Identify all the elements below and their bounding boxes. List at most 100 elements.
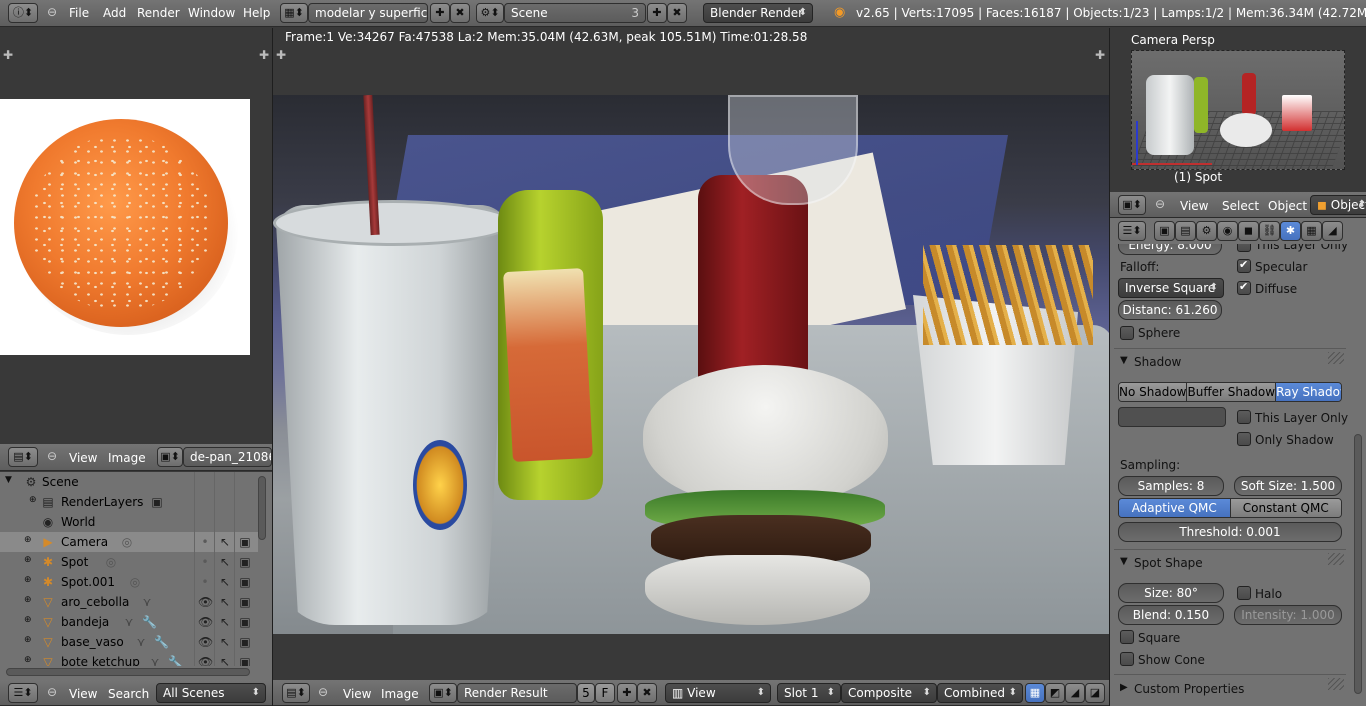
select-arrow-icon[interactable]: ↖ [218,555,232,569]
menu-view[interactable]: View [69,687,97,701]
expand-icon[interactable]: ⊕ [24,595,32,605]
menu-render[interactable]: Render [137,6,180,20]
add-image-button[interactable]: ✚ [617,683,637,703]
expand-icon[interactable]: ⊕ [24,655,32,665]
shadow-color-swatch[interactable] [1118,407,1226,427]
menu-add[interactable]: Add [103,6,126,20]
visibility-icon[interactable]: • [198,535,212,549]
menu-search[interactable]: Search [108,687,149,701]
lamp-data-tab-icon[interactable]: ✱ [1280,221,1301,241]
qmc-mode-selector[interactable]: Adaptive QMC Constant QMC [1118,498,1342,518]
editor-type-info-button[interactable]: ⓘ⬍ [8,3,38,23]
render-pass-select[interactable]: Combined [937,683,1023,703]
falloff-select[interactable]: Inverse Square [1118,278,1224,298]
spot-shape-triangle-icon[interactable]: ▼ [1120,556,1128,567]
render-layers-tab-icon[interactable]: ▤ [1175,221,1196,241]
visibility-eye-icon[interactable]: 👁 [198,595,213,609]
samples-field[interactable]: Samples: 8 [1118,476,1224,496]
render-camera-icon[interactable]: ▣ [238,535,252,549]
area-divider[interactable] [272,28,273,706]
this-layer-only-top-checkbox[interactable] [1237,244,1251,252]
shadow-panel-triangle-icon[interactable]: ▼ [1120,355,1128,366]
render-tab-icon[interactable]: ▣ [1154,221,1175,241]
halo-intensity-field[interactable]: Intensity: 1.000 [1234,605,1342,625]
render-camera-icon[interactable]: ▣ [238,595,252,609]
panel-drag-handle-icon[interactable] [1328,553,1344,565]
menu-help[interactable]: Help [243,6,270,20]
draw-alpha-icon[interactable]: ◩ [1045,683,1065,703]
collapse-menu-icon[interactable]: ⊖ [47,685,57,699]
visibility-eye-icon[interactable]: 👁 [198,655,213,666]
editor-type-outliner-button[interactable]: ☰⬍ [8,683,38,703]
world-tab-icon[interactable]: ◉ [1217,221,1238,241]
add-region-icon-right[interactable]: ✚ [1095,48,1105,62]
fake-user-button[interactable]: F [595,683,615,703]
shadow-panel-title[interactable]: Shadow [1134,355,1181,369]
shadow-mode-selector[interactable]: No Shadow Buffer Shadow Ray Shadow [1118,382,1342,402]
outliner-row[interactable]: ⊕ ▽ aro_cebolla ⋎ 👁 ↖ ▣ [0,592,258,612]
texture-tab-icon[interactable]: ▦ [1301,221,1322,241]
menu-file[interactable]: File [69,6,89,20]
remove-scene-button[interactable]: ✖ [667,3,687,23]
menu-image[interactable]: Image [108,451,146,465]
menu-view[interactable]: View [343,687,371,701]
screen-layout-field[interactable]: modelar y superficies [308,3,428,23]
diffuse-checkbox[interactable] [1237,280,1251,295]
outliner-row[interactable]: ⊕ ▤ RenderLayers ▣ [0,492,258,512]
ray-shadow-button[interactable]: Ray Shadow [1276,383,1341,401]
expand-icon[interactable]: ⊕ [24,615,32,625]
outliner-row[interactable]: ⊕ ✱ Spot ◎ • ↖ ▣ [0,552,258,572]
render-camera-icon[interactable]: ▣ [238,555,252,569]
show-cone-checkbox[interactable] [1120,652,1134,666]
menu-select[interactable]: Select [1222,199,1259,213]
buffer-shadow-button[interactable]: Buffer Shadow [1187,383,1277,401]
expand-icon[interactable]: ⊕ [24,575,32,585]
no-shadow-button[interactable]: No Shadow [1119,383,1188,401]
outliner-row-selected[interactable]: ⊕ ▶ Camera ◎ • ↖ ▣ [0,532,258,552]
spot-size-field[interactable]: Size: 80° [1118,583,1224,603]
menu-object[interactable]: Object [1268,199,1307,213]
adaptive-qmc-button[interactable]: Adaptive QMC [1119,499,1231,517]
collapse-menu-icon[interactable]: ⊖ [47,449,57,463]
display-mode-select[interactable]: All Scenes [156,683,266,703]
panel-drag-handle-icon[interactable] [1328,678,1344,690]
expand-icon[interactable]: ⊕ [24,535,32,545]
energy-field[interactable]: Energy: 8.000 [1118,244,1222,255]
physics-tab-icon[interactable]: ◢ [1322,221,1343,241]
constant-qmc-button[interactable]: Constant QMC [1230,499,1341,517]
select-arrow-icon[interactable]: ↖ [218,575,232,589]
square-checkbox[interactable] [1120,630,1134,644]
area-divider[interactable] [1109,28,1110,706]
add-region-icon-right[interactable]: ✚ [259,48,269,62]
draw-image-alpha-icon[interactable]: ▦ [1025,683,1045,703]
this-layer-only-checkbox[interactable] [1237,410,1251,424]
collapse-menu-icon[interactable]: ⊖ [1155,197,1165,211]
specular-checkbox[interactable] [1237,258,1251,273]
visibility-eye-icon[interactable]: 👁 [198,615,213,629]
editor-type-image-button[interactable]: ▤⬍ [8,447,38,467]
only-shadow-checkbox[interactable] [1237,432,1251,446]
scene-tab-icon[interactable]: ⚙ [1196,221,1217,241]
editor-type-image-button[interactable]: ▤⬍ [282,683,310,703]
editor-type-properties-button[interactable]: ☰⬍ [1118,221,1146,241]
collapse-menu-icon[interactable]: ⊖ [318,685,328,699]
visibility-icon[interactable]: • [198,575,212,589]
spot-shape-panel-title[interactable]: Spot Shape [1134,556,1203,570]
scene-name-field[interactable]: Scene 3 [504,3,646,23]
outliner-row[interactable]: ◉ World [0,512,258,532]
expand-icon[interactable]: ⊕ [24,555,32,565]
distance-field[interactable]: Distanc: 61.260 [1118,300,1222,320]
image-name-field[interactable]: Render Result [457,683,577,703]
image-browse-button[interactable]: ▣⬍ [429,683,457,703]
threshold-field[interactable]: Threshold: 0.001 [1118,522,1342,542]
remove-screen-button[interactable]: ✖ [450,3,470,23]
add-scene-button[interactable]: ✚ [647,3,667,23]
custom-properties-panel-title[interactable]: Custom Properties [1134,682,1244,696]
menu-image[interactable]: Image [381,687,419,701]
constraints-tab-icon[interactable]: ⛓ [1259,221,1280,241]
mode-select[interactable]: ◼ Object [1310,195,1366,215]
outliner-row[interactable]: ▼ ⚙ Scene [0,472,258,492]
outliner-row[interactable]: ⊕ ▽ base_vaso ⋎ 🔧 👁 ↖ ▣ [0,632,258,652]
add-region-icon[interactable]: ✚ [3,48,13,62]
outliner-row[interactable]: ⊕ ✱ Spot.001 ◎ • ↖ ▣ [0,572,258,592]
